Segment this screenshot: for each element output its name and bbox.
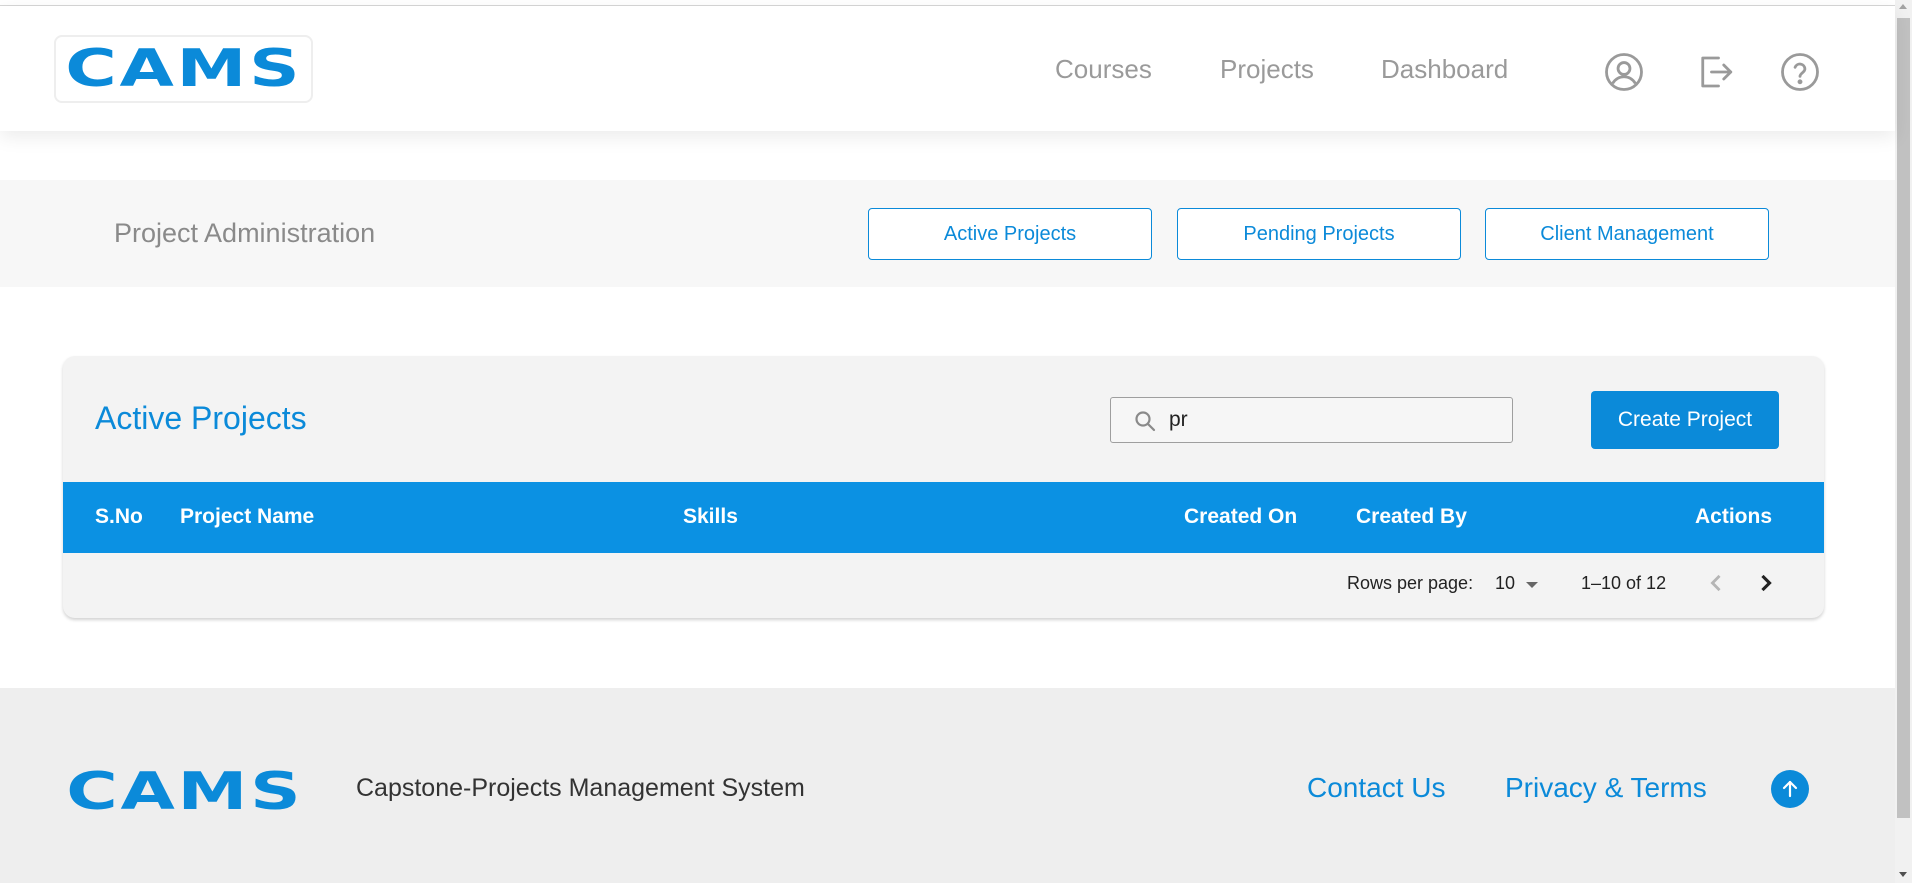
- table-pagination: Rows per page: 10 1–10 of 12: [63, 553, 1824, 618]
- header-logo[interactable]: CAMS: [54, 35, 313, 103]
- contact-us-link[interactable]: Contact Us: [1307, 772, 1446, 804]
- rows-per-page-value: 10: [1495, 573, 1516, 593]
- help-icon[interactable]: [1779, 51, 1821, 93]
- scroll-thumb[interactable]: [1897, 18, 1910, 818]
- search-icon: [1133, 409, 1157, 433]
- footer-tagline: Capstone-Projects Management System: [356, 774, 805, 802]
- pagination-range: 1–10 of 12: [1581, 573, 1667, 593]
- create-project-button[interactable]: Create Project: [1591, 391, 1779, 449]
- pending-projects-button[interactable]: Pending Projects: [1177, 208, 1461, 260]
- column-header-skills[interactable]: Skills: [683, 505, 738, 529]
- table-header: S.No Project Name Skills Created On Crea…: [63, 482, 1824, 553]
- page-title: Project Administration: [114, 218, 376, 248]
- column-header-project-name[interactable]: Project Name: [180, 505, 314, 529]
- column-header-created-on[interactable]: Created On: [1184, 505, 1297, 529]
- nav-courses[interactable]: Courses: [1055, 54, 1152, 85]
- column-header-created-by[interactable]: Created By: [1356, 505, 1467, 529]
- logout-icon[interactable]: [1694, 51, 1736, 93]
- projects-card: Active Projects Create Project S.No Proj…: [63, 356, 1824, 618]
- logo-text: CAMS: [64, 39, 303, 99]
- column-header-sno[interactable]: S.No: [95, 505, 143, 529]
- page-scrollbar[interactable]: [1895, 0, 1912, 883]
- scroll-to-top-button[interactable]: [1771, 770, 1809, 808]
- admin-toolbar: Project Administration Active Projects P…: [0, 180, 1895, 287]
- nav-dashboard[interactable]: Dashboard: [1381, 54, 1508, 85]
- client-management-button[interactable]: Client Management: [1485, 208, 1769, 260]
- scroll-up-arrow-icon[interactable]: [1899, 4, 1907, 9]
- footer-logo-text: CAMS: [66, 762, 304, 822]
- next-page-button[interactable]: [1749, 566, 1783, 600]
- footer-logo[interactable]: CAMS: [66, 762, 300, 822]
- rows-per-page-label: Rows per page:: [1347, 573, 1474, 593]
- rows-per-page-select[interactable]: 10: [1491, 570, 1541, 598]
- search-input[interactable]: [1169, 406, 1499, 434]
- site-footer: CAMS Capstone-Projects Management System…: [0, 688, 1895, 883]
- site-header: CAMS Courses Projects Dashboard: [0, 6, 1895, 131]
- arrow-up-icon: [1782, 780, 1798, 798]
- search-box[interactable]: [1110, 397, 1513, 443]
- caret-down-icon: [1526, 582, 1538, 588]
- card-title: Active Projects: [95, 400, 307, 436]
- account-circle-icon[interactable]: [1603, 51, 1645, 93]
- scroll-down-arrow-icon[interactable]: [1899, 872, 1907, 877]
- active-projects-button[interactable]: Active Projects: [868, 208, 1152, 260]
- nav-projects[interactable]: Projects: [1220, 54, 1314, 85]
- previous-page-button[interactable]: [1699, 566, 1733, 600]
- privacy-terms-link[interactable]: Privacy & Terms: [1505, 772, 1707, 804]
- column-header-actions: Actions: [1695, 505, 1773, 528]
